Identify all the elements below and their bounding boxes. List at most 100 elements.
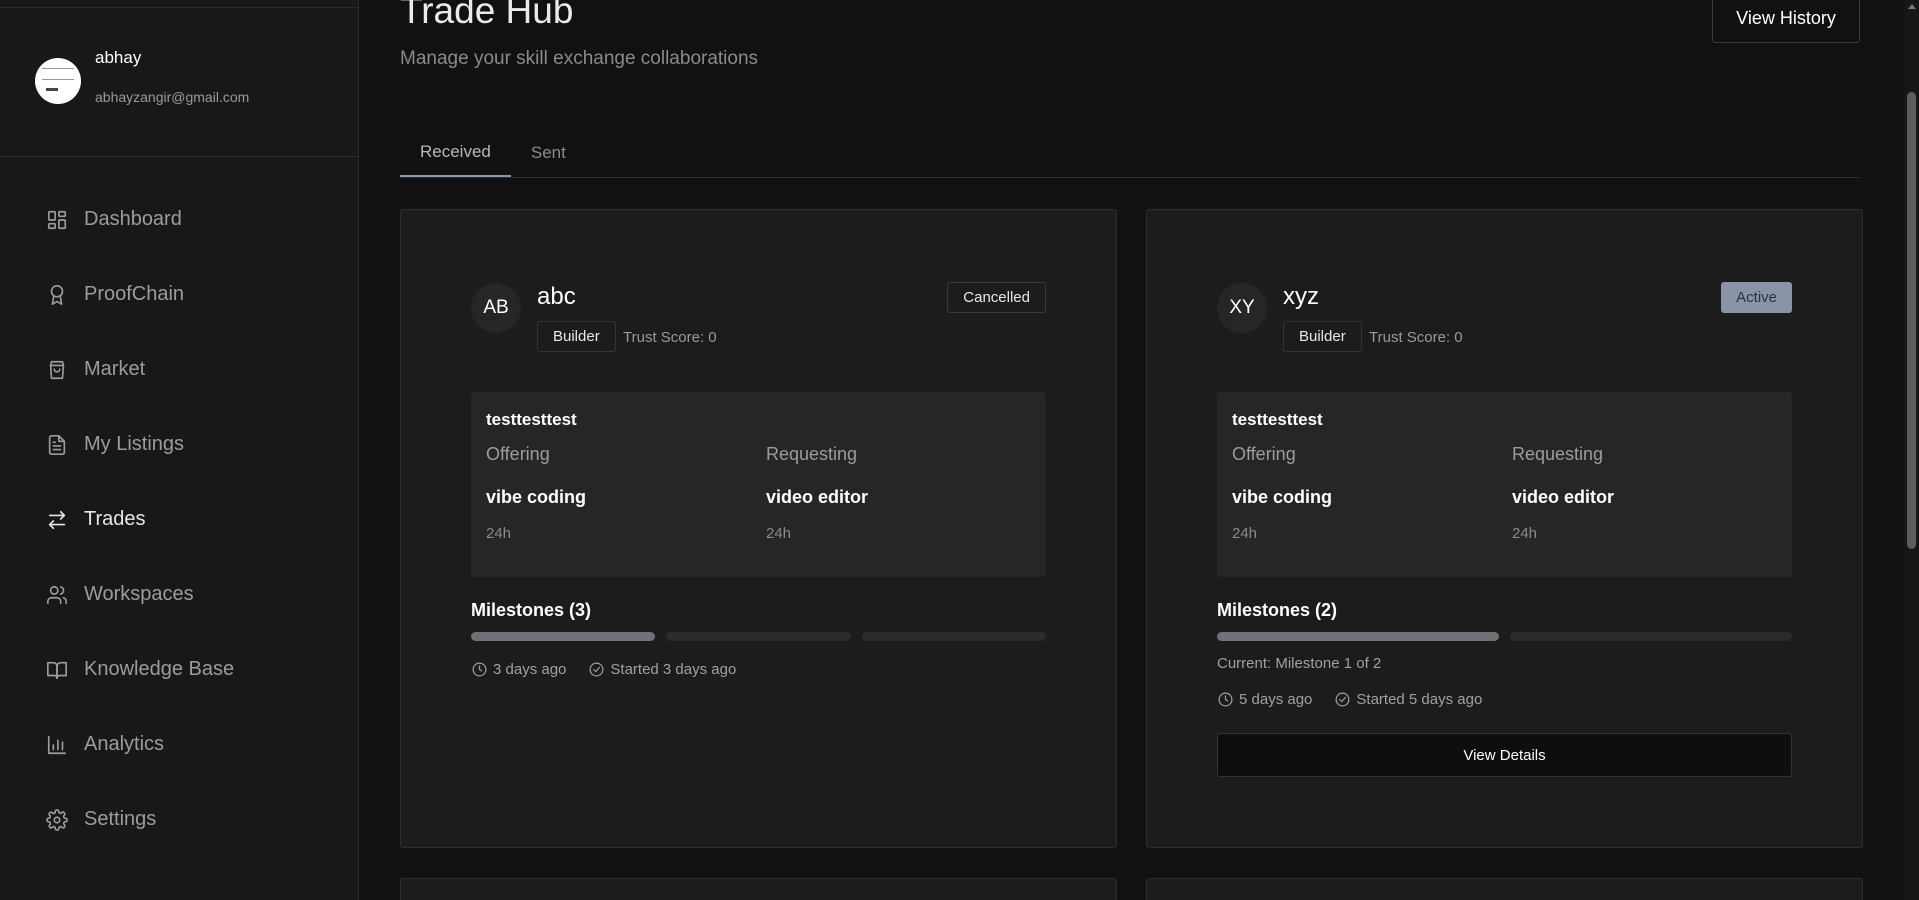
trade-meta: 5 days ago Started 5 days ago bbox=[1217, 691, 1504, 708]
view-details-button[interactable]: View Details bbox=[1217, 733, 1792, 777]
milestone-bar bbox=[1217, 632, 1499, 641]
requesting-column: Requesting video editor 24h bbox=[766, 444, 868, 542]
award-icon bbox=[46, 284, 68, 306]
milestones-title: Milestones (3) bbox=[471, 600, 592, 620]
offering-skill: vibe coding bbox=[1232, 487, 1333, 507]
sidebar-item-market[interactable]: Market bbox=[0, 332, 358, 407]
current-milestone: Current: Milestone 1 of 2 bbox=[1217, 655, 1382, 672]
sidebar-item-label: Market bbox=[84, 358, 146, 380]
document-icon bbox=[46, 434, 68, 456]
avatar: XY bbox=[1217, 283, 1267, 333]
milestone-bar bbox=[1510, 632, 1792, 641]
requesting-skill: video editor bbox=[766, 487, 869, 507]
book-icon bbox=[46, 659, 68, 681]
offering-duration: 24h bbox=[1232, 525, 1258, 542]
sidebar-item-analytics[interactable]: Analytics bbox=[0, 707, 358, 782]
trade-summary: testtesttest Offering vibe coding 24h Re… bbox=[1217, 392, 1792, 577]
app: abhay abhayzangir@gmail.com Dashboard Pr… bbox=[0, 0, 1919, 900]
main-content: Trade Hub Manage your skill exchange col… bbox=[360, 0, 1904, 900]
offering-duration: 24h bbox=[486, 525, 512, 542]
tab-sent[interactable]: Sent bbox=[511, 129, 586, 177]
milestone-progress bbox=[1217, 632, 1792, 641]
trade-card bbox=[400, 878, 1117, 900]
user-profile[interactable]: abhay abhayzangir@gmail.com bbox=[35, 46, 249, 105]
sidebar-item-my-listings[interactable]: My Listings bbox=[0, 407, 358, 482]
trade-card: XY xyz Builder Trust Score: 0 Active tes… bbox=[1146, 209, 1863, 848]
milestone-bar bbox=[861, 632, 1046, 641]
scroll-up-arrow[interactable] bbox=[1908, 4, 1916, 9]
milestone-bar bbox=[666, 632, 851, 641]
time-ago: 5 days ago bbox=[1239, 691, 1313, 708]
trade-user-name: xyz bbox=[1283, 283, 1319, 310]
page-subtitle: Manage your skill exchange collaboration… bbox=[400, 48, 759, 69]
check-circle-icon bbox=[1335, 692, 1350, 707]
trade-card: AB abc Builder Trust Score: 0 Cancelled … bbox=[400, 209, 1117, 848]
trade-user-name: abc bbox=[537, 283, 576, 310]
requesting-skill: video editor bbox=[1512, 487, 1615, 507]
sidebar-item-knowledge-base[interactable]: Knowledge Base bbox=[0, 632, 358, 707]
trade-summary: testtesttest Offering vibe coding 24h Re… bbox=[471, 392, 1046, 577]
avatar bbox=[35, 58, 81, 104]
sidebar-item-dashboard[interactable]: Dashboard bbox=[0, 182, 358, 257]
sidebar-item-workspaces[interactable]: Workspaces bbox=[0, 557, 358, 632]
users-icon bbox=[46, 584, 68, 606]
shopping-bag-icon bbox=[46, 359, 68, 381]
sidebar-item-label: My Listings bbox=[84, 433, 185, 455]
sidebar-item-label: ProofChain bbox=[84, 283, 185, 305]
status-badge: Cancelled bbox=[947, 282, 1046, 313]
user-email: abhayzangir@gmail.com bbox=[95, 89, 250, 105]
sidebar-item-label: Dashboard bbox=[84, 208, 182, 230]
milestones-title: Milestones (2) bbox=[1217, 600, 1338, 620]
started-time: Started 3 days ago bbox=[610, 661, 737, 678]
user-name: abhay bbox=[95, 48, 142, 67]
trust-score: Trust Score: 0 bbox=[623, 329, 717, 346]
divider bbox=[0, 156, 358, 157]
clock-icon bbox=[472, 662, 487, 677]
sidebar: abhay abhayzangir@gmail.com Dashboard Pr… bbox=[0, 0, 359, 900]
sidebar-item-trades[interactable]: Trades bbox=[0, 482, 358, 557]
scrollbar[interactable] bbox=[1904, 0, 1919, 900]
offering-skill: vibe coding bbox=[486, 487, 587, 507]
requesting-duration: 24h bbox=[1512, 525, 1538, 542]
avatar: AB bbox=[471, 283, 521, 333]
offering-column: Offering vibe coding 24h bbox=[1232, 444, 1332, 542]
trade-title: testtesttest bbox=[486, 410, 577, 429]
status-badge: Active bbox=[1721, 282, 1792, 313]
swap-icon bbox=[46, 509, 68, 531]
sidebar-item-label: Knowledge Base bbox=[84, 658, 235, 680]
sidebar-item-label: Settings bbox=[84, 808, 157, 830]
view-history-button[interactable]: View History bbox=[1712, 0, 1860, 43]
requesting-duration: 24h bbox=[766, 525, 792, 542]
time-ago: 3 days ago bbox=[493, 661, 567, 678]
offering-label: Offering bbox=[486, 444, 550, 464]
clock-icon bbox=[1218, 692, 1233, 707]
milestone-bar bbox=[471, 632, 656, 641]
trade-card bbox=[1146, 878, 1863, 900]
trade-tabs: Received Sent bbox=[400, 130, 1860, 178]
page-title: Trade Hub bbox=[400, 0, 574, 31]
trade-meta: 3 days ago Started 3 days ago bbox=[471, 661, 758, 678]
sidebar-item-proofchain[interactable]: ProofChain bbox=[0, 257, 358, 332]
requesting-label: Requesting bbox=[1512, 444, 1604, 464]
sidebar-item-label: Trades bbox=[84, 508, 146, 530]
requesting-label: Requesting bbox=[766, 444, 858, 464]
gear-icon bbox=[46, 808, 68, 831]
offering-label: Offering bbox=[1232, 444, 1296, 464]
sidebar-item-label: Analytics bbox=[84, 733, 165, 755]
started-time: Started 5 days ago bbox=[1356, 691, 1483, 708]
tab-received[interactable]: Received bbox=[400, 129, 511, 177]
check-circle-icon bbox=[589, 662, 604, 677]
trade-title: testtesttest bbox=[1232, 410, 1323, 429]
grid-icon bbox=[46, 209, 68, 231]
sidebar-nav: Dashboard ProofChain Market My Listings … bbox=[0, 182, 358, 857]
requesting-column: Requesting video editor 24h bbox=[1512, 444, 1614, 542]
divider bbox=[0, 7, 358, 8]
scrollbar-thumb[interactable] bbox=[1907, 92, 1916, 549]
role-badge: Builder bbox=[537, 321, 616, 352]
sidebar-item-label: Workspaces bbox=[84, 583, 194, 605]
trust-score: Trust Score: 0 bbox=[1369, 329, 1463, 346]
role-badge: Builder bbox=[1283, 321, 1362, 352]
sidebar-item-settings[interactable]: Settings bbox=[0, 782, 358, 857]
offering-column: Offering vibe coding 24h bbox=[486, 444, 586, 542]
bar-chart-icon bbox=[46, 734, 68, 756]
